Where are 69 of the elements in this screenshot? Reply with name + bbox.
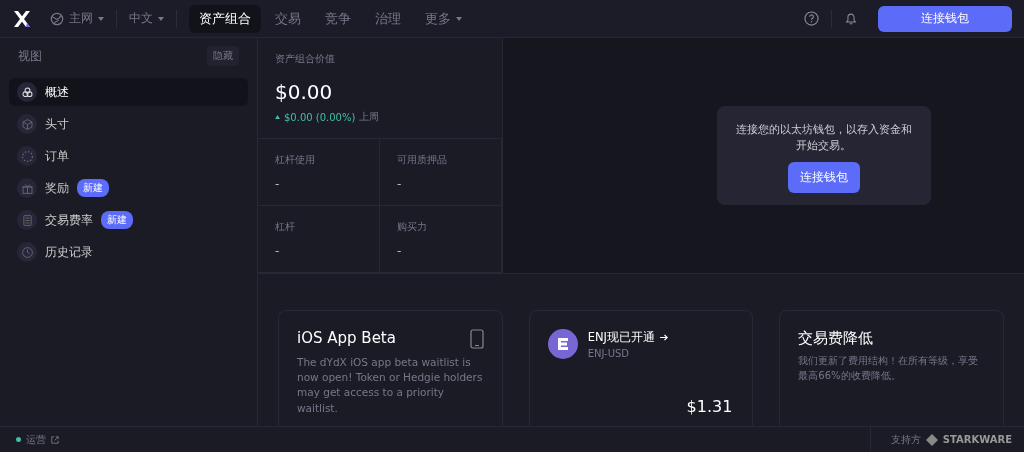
portfolio-label: 资产组合价值 xyxy=(275,52,336,66)
change-period: 上周 xyxy=(359,110,380,124)
supported-by-label: 支持方 xyxy=(890,432,921,447)
status-dot xyxy=(16,437,21,442)
dotted-circle-icon xyxy=(17,146,37,166)
nav-tab[interactable]: 竞争 xyxy=(315,4,361,33)
connect-prompt-text: 连接您的以太坊钱包，以存入资金和开始交易。 xyxy=(734,122,913,153)
card-title: 交易费降低 xyxy=(798,329,875,348)
sidebar-title: 视图 xyxy=(18,47,42,65)
connect-wallet-button[interactable]: 连接钱包 xyxy=(787,161,860,193)
sidebar-item-label: 历史记录 xyxy=(45,243,93,261)
up-triangle-icon xyxy=(275,115,280,119)
gift-icon xyxy=(17,178,37,198)
sidebar-item-label: 概述 xyxy=(45,83,69,101)
token-logo-icon xyxy=(547,329,578,359)
arrow-right-icon xyxy=(659,333,669,341)
nav-tab[interactable]: 资产组合 xyxy=(189,4,261,33)
sidebar-item[interactable]: 头寸 xyxy=(9,110,248,138)
status-link[interactable]: 运营 xyxy=(26,432,46,447)
market-price: $1.31 xyxy=(686,397,733,416)
caret-icon xyxy=(456,16,462,21)
help-icon[interactable] xyxy=(804,11,819,26)
clock-icon xyxy=(17,242,37,262)
card-text: The dYdX iOS app beta waitlist is now open! Token or Hedgie holders may get access to a priority waitlist. xyxy=(297,355,484,416)
sidebar-item[interactable]: 历史记录 xyxy=(9,238,248,266)
sidebar-item-label: 奖励 xyxy=(45,179,69,197)
market-pair: ENJ-USD xyxy=(587,347,631,359)
network-dropdown[interactable]: 主网 xyxy=(50,10,104,27)
stat-value: - xyxy=(397,177,403,191)
hide-button[interactable]: 隐藏 xyxy=(207,46,239,66)
promo-card[interactable]: ENJ现已开通 ENJ-USD $1.31 xyxy=(528,310,754,426)
nav-tab[interactable]: 交易 xyxy=(265,4,311,33)
connect-wallet-button[interactable]: 连接钱包 xyxy=(878,5,1012,32)
sidebar-item[interactable]: 交易费率 新建 xyxy=(9,206,248,234)
sidebar-item-label: 交易费率 xyxy=(45,211,93,229)
stat-label: 购买力 xyxy=(397,220,428,234)
sidebar-item[interactable]: 奖励 新建 xyxy=(9,174,248,202)
stat-value: - xyxy=(397,244,403,258)
globe-icon xyxy=(50,11,64,26)
diamond-logo-icon xyxy=(925,433,938,446)
cube-icon xyxy=(17,114,37,134)
brand-name: STARKWARE xyxy=(942,434,1012,445)
external-link-icon xyxy=(51,435,59,444)
overview-icon xyxy=(17,82,37,102)
stat-value: - xyxy=(275,244,281,258)
logo-icon[interactable] xyxy=(12,8,32,29)
promo-card[interactable]: iOS App Beta The dYdX iOS app beta waitlist is now open! Token or Hedgie holders may get access to a priority waitlist. xyxy=(278,310,503,426)
portfolio-change: $0.00 (0.00%) xyxy=(284,111,356,123)
stat-label: 杠杆使用 xyxy=(275,153,316,167)
stat-label: 可用质押品 xyxy=(397,153,448,167)
card-title: iOS App Beta xyxy=(297,329,396,347)
sidebar-item-label: 头寸 xyxy=(45,115,69,133)
stat-label: 杠杆 xyxy=(275,220,296,234)
stat-value: - xyxy=(275,177,281,191)
language-dropdown[interactable]: 中文 xyxy=(129,10,164,27)
sidebar-item[interactable]: 订单 xyxy=(9,142,248,170)
nav-tab[interactable]: 治理 xyxy=(365,4,411,33)
caret-icon xyxy=(98,16,104,21)
phone-icon xyxy=(469,329,484,349)
bell-icon[interactable] xyxy=(844,11,858,26)
new-badge: 新建 xyxy=(101,211,133,229)
sidebar-item-label: 订单 xyxy=(45,147,69,165)
portfolio-value: $0.00 xyxy=(275,80,334,104)
new-badge: 新建 xyxy=(77,179,109,197)
nav-tab[interactable]: 更多 xyxy=(415,4,472,33)
card-title: ENJ现已开通 xyxy=(587,329,655,345)
caret-icon xyxy=(158,16,164,21)
sidebar-item[interactable]: 概述 xyxy=(9,78,248,106)
card-text: 我们更新了费用结构！在所有等级，享受最高66%的收费降低。 xyxy=(798,354,980,383)
